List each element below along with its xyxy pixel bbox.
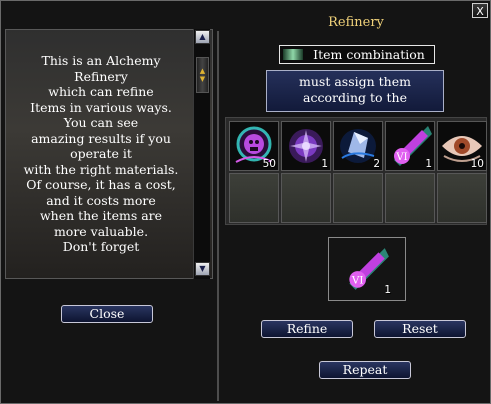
- material-slot[interactable]: 10: [437, 121, 487, 171]
- empty-slot[interactable]: [281, 173, 331, 223]
- description-line: amazing results if you: [31, 130, 171, 146]
- description-line: more valuable.: [53, 223, 149, 239]
- window-title: Refinery: [328, 15, 384, 30]
- description-line: Of course, it has a cost,: [26, 177, 176, 192]
- mode-selector[interactable]: Item combination: [279, 45, 435, 64]
- refine-button[interactable]: Refine: [261, 320, 353, 338]
- info-message: must assign them according to the: [266, 70, 444, 112]
- scroll-thumb[interactable]: ▲ ▼: [196, 57, 209, 93]
- info-line: according to the: [303, 90, 407, 105]
- result-slot[interactable]: VI 1: [328, 237, 406, 301]
- quantity-label: 1: [321, 158, 328, 170]
- quantity-label: 1: [425, 158, 432, 170]
- description-text: This is an Alchemy Refinery which can re…: [6, 53, 196, 255]
- description-line: which can refine: [48, 84, 154, 99]
- description-scrollbar[interactable]: ▲ ▲ ▼ ▼: [193, 29, 210, 279]
- scroll-up-button[interactable]: ▲: [195, 30, 210, 44]
- description-line: with the right materials.: [23, 161, 179, 177]
- description-line: Items in various ways.: [30, 99, 172, 115]
- quantity-label: 50: [262, 158, 276, 170]
- material-slot[interactable]: 2: [333, 121, 383, 171]
- svg-text:VI: VI: [351, 275, 364, 287]
- mode-label: Item combination: [313, 47, 425, 62]
- material-grid: 50 1 2 VI 1 10: [225, 117, 487, 225]
- description-line: This is an Alchemy: [41, 53, 161, 68]
- panel-divider: [217, 31, 219, 401]
- description-line: Refinery: [74, 68, 128, 84]
- material-slot[interactable]: VI 1: [385, 121, 435, 171]
- info-line: must assign them: [299, 74, 411, 89]
- material-slot[interactable]: 1: [281, 121, 331, 171]
- description-line: You can see: [63, 115, 139, 130]
- reset-button[interactable]: Reset: [374, 320, 466, 338]
- empty-slot[interactable]: [229, 173, 279, 223]
- empty-slot[interactable]: [437, 173, 487, 223]
- description-panel: This is an Alchemy Refinery which can re…: [5, 29, 213, 279]
- description-line: and it costs more: [46, 192, 156, 208]
- description-line: operate it: [70, 146, 132, 161]
- close-button[interactable]: Close: [61, 305, 153, 323]
- quantity-label: 2: [373, 158, 380, 170]
- repeat-button[interactable]: Repeat: [319, 361, 411, 379]
- description-line: Don't forget: [62, 239, 140, 254]
- refinery-window: Refinery X This is an Alchemy Refinery w…: [0, 0, 491, 404]
- empty-slot[interactable]: [333, 173, 383, 223]
- mode-indicator: [283, 49, 303, 60]
- quantity-label: 10: [470, 158, 484, 170]
- empty-slot[interactable]: [385, 173, 435, 223]
- result-quantity: 1: [384, 284, 391, 296]
- description-line: when the items are: [39, 208, 163, 223]
- material-slot[interactable]: 50: [229, 121, 279, 171]
- scroll-down-button[interactable]: ▼: [195, 262, 210, 276]
- svg-text:VI: VI: [395, 152, 407, 163]
- close-window-button[interactable]: X: [472, 3, 488, 18]
